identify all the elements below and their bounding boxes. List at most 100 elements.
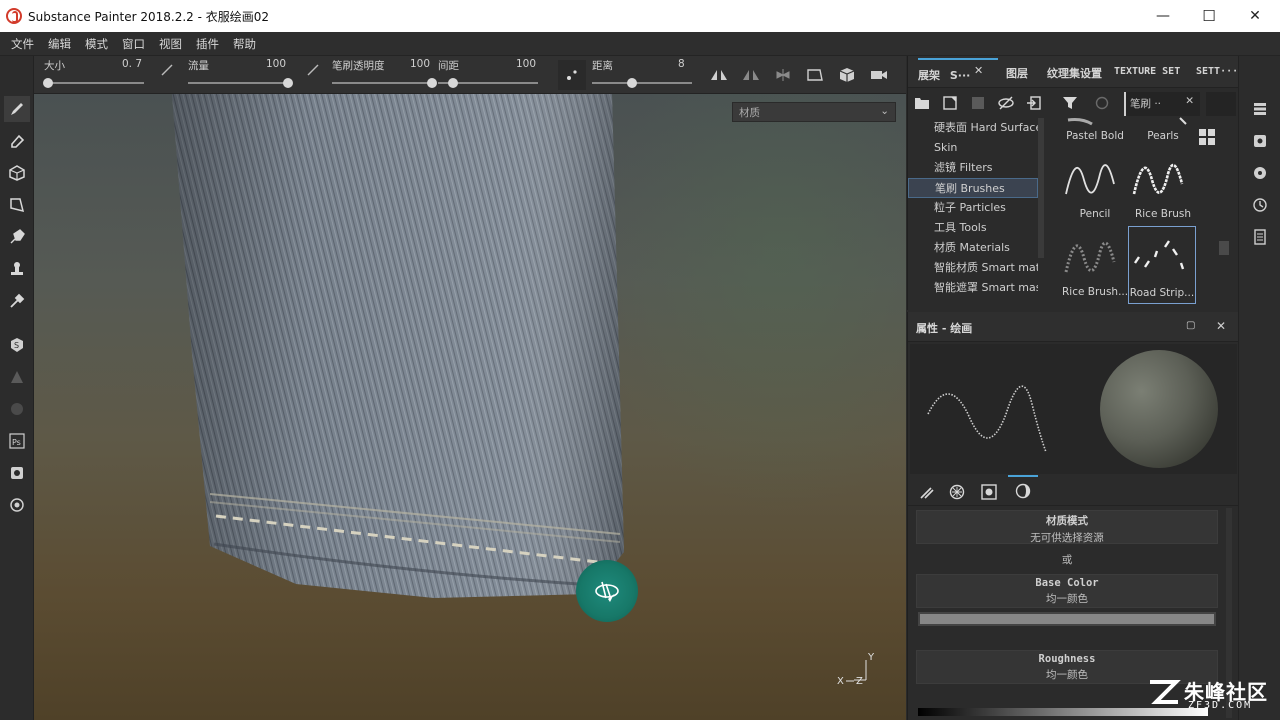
import-icon[interactable] xyxy=(1024,93,1044,113)
size-pressure-pen-icon[interactable] xyxy=(156,60,178,80)
refresh-icon[interactable] xyxy=(1092,93,1112,113)
opacity-slider-track[interactable] xyxy=(332,82,432,84)
symmetry-z-icon[interactable] xyxy=(772,65,794,85)
tab-texture-set[interactable]: TEXTURE SET xyxy=(1114,66,1180,77)
tab-shelf[interactable]: 展架 S··· xyxy=(918,58,998,83)
save-shelf-icon[interactable] xyxy=(968,93,988,113)
menu-edit[interactable]: 编辑 xyxy=(41,36,78,52)
display-mode-cube-icon[interactable] xyxy=(836,65,858,85)
menu-plugins[interactable]: 插件 xyxy=(189,36,226,52)
tab-layers[interactable]: 图层 xyxy=(1006,65,1028,81)
iray-icon[interactable] xyxy=(4,492,30,518)
menu-mode[interactable]: 模式 xyxy=(78,36,115,52)
stencil-tab-icon[interactable] xyxy=(978,481,1000,503)
size-slider-track[interactable] xyxy=(44,82,144,84)
smudge-tool-icon[interactable] xyxy=(4,224,30,250)
flow-slider-knob[interactable] xyxy=(283,78,293,88)
tab-settings-more[interactable]: SETT··· xyxy=(1196,66,1238,77)
brush-thumbnail[interactable]: Pencil xyxy=(1062,154,1128,232)
category-item[interactable]: 粒子 Particles xyxy=(908,198,1038,218)
brush-thumbnail[interactable]: Rice Brush... xyxy=(1062,232,1128,310)
shelf-filter-input[interactable]: 笔刷 ·· ✕ xyxy=(1124,92,1200,116)
float-panel-icon[interactable]: ▢ xyxy=(1186,320,1195,331)
category-scrollbar[interactable] xyxy=(1038,118,1044,258)
clone-stamp-tool-icon[interactable] xyxy=(4,256,30,282)
symmetry-y-icon[interactable] xyxy=(740,65,762,85)
menu-file[interactable]: 文件 xyxy=(4,36,41,52)
flow-slider-track[interactable] xyxy=(188,82,288,84)
alpha-tab-icon[interactable] xyxy=(946,481,968,503)
spacing-value[interactable]: 100 xyxy=(516,58,536,70)
history-clock-icon[interactable] xyxy=(1247,192,1273,218)
close-button[interactable]: ✕ xyxy=(1232,0,1278,32)
rice-brush-alt-stroke-icon xyxy=(1064,241,1116,273)
texture-set-settings-icon[interactable] xyxy=(1247,128,1273,154)
flow-value[interactable]: 100 xyxy=(266,58,286,70)
sketchfab-icon[interactable] xyxy=(4,460,30,486)
display-settings-icon[interactable] xyxy=(1247,160,1273,186)
size-slider-knob[interactable] xyxy=(43,78,53,88)
shelf-panel: 展架 S··· ✕ 图层 纹理集设置 TEXTURE SET SETT··· 笔… xyxy=(907,56,1239,310)
tab-texture-set-settings[interactable]: 纹理集设置 xyxy=(1047,65,1102,81)
projection-tool-icon[interactable] xyxy=(4,160,30,186)
material-mode-block[interactable]: 材质模式 无可供选择资源 xyxy=(916,510,1218,544)
substance-source-icon[interactable]: S xyxy=(4,332,30,358)
menu-view[interactable]: 视图 xyxy=(152,36,189,52)
category-item[interactable]: 智能遮罩 Smart mas xyxy=(908,278,1038,298)
opacity-pressure-pen-icon[interactable] xyxy=(302,60,324,80)
viewport-mode-dropdown[interactable]: 材质 ⌄ xyxy=(732,102,896,122)
thumbnail-scrollbar[interactable] xyxy=(1219,241,1229,255)
brush-settings-tab-icon[interactable] xyxy=(916,481,938,503)
log-document-icon[interactable] xyxy=(1247,224,1273,250)
polygon-fill-tool-icon[interactable] xyxy=(4,192,30,218)
color-picker-tool-icon[interactable] xyxy=(4,288,30,314)
base-color-block[interactable]: Base Color 均一颜色 xyxy=(916,574,1218,608)
photoshop-icon[interactable]: Ps xyxy=(4,428,30,454)
pencil-stroke-icon xyxy=(1065,164,1115,195)
category-item[interactable]: Skin xyxy=(908,138,1038,158)
grid-view-icon[interactable] xyxy=(1198,128,1216,146)
category-item[interactable]: 工具 Tools xyxy=(908,218,1038,238)
substance-alt-icon[interactable] xyxy=(4,396,30,422)
filter-icon[interactable] xyxy=(1060,93,1080,113)
menu-help[interactable]: 帮助 xyxy=(226,36,263,52)
brush-thumbnail[interactable]: Rice Brush xyxy=(1130,154,1196,232)
base-color-title: Base Color xyxy=(1035,577,1099,589)
distance-slider-knob[interactable] xyxy=(627,78,637,88)
size-value[interactable]: 0. 7 xyxy=(122,58,142,70)
spacing-slider-knob[interactable] xyxy=(448,78,458,88)
bake-icon[interactable] xyxy=(4,364,30,390)
menu-window[interactable]: 窗口 xyxy=(115,36,152,52)
search-field-icon[interactable] xyxy=(1206,92,1236,116)
clear-filter-close-icon[interactable]: ✕ xyxy=(1185,95,1194,107)
category-item-selected[interactable]: 笔刷 Brushes xyxy=(908,178,1038,198)
video-camera-icon[interactable] xyxy=(868,65,890,85)
properties-close-icon[interactable]: ✕ xyxy=(1216,319,1226,333)
new-shelf-icon[interactable] xyxy=(940,93,960,113)
3d-viewport[interactable]: 材质 ⌄ Y X Z xyxy=(34,94,906,720)
brush-thumbnail-selected[interactable]: Road Strip... xyxy=(1128,226,1196,304)
category-item[interactable]: 材质 Materials xyxy=(908,238,1038,258)
folder-icon[interactable] xyxy=(912,93,932,113)
brush-thumbnail-label: Rice Brush xyxy=(1134,208,1192,220)
eraser-tool-icon[interactable] xyxy=(4,128,30,154)
maximize-button[interactable]: ☐ xyxy=(1186,0,1232,32)
paint-brush-tool-icon[interactable] xyxy=(4,96,30,122)
category-item[interactable]: 智能材质 Smart mate xyxy=(908,258,1038,278)
distance-slider-track[interactable] xyxy=(592,82,692,84)
material-tab-icon[interactable] xyxy=(1008,475,1038,505)
layers-stack-icon[interactable] xyxy=(1247,96,1273,122)
opacity-label: 笔刷透明度 xyxy=(332,60,385,72)
camera-view-icon[interactable] xyxy=(804,65,826,85)
hide-icon[interactable] xyxy=(996,93,1016,113)
properties-title: 属性 - 绘画 xyxy=(916,322,973,335)
distance-value[interactable]: 8 xyxy=(678,58,685,70)
category-item[interactable]: 硬表面 Hard Surface xyxy=(908,118,1038,138)
symmetry-x-icon[interactable] xyxy=(708,65,730,85)
properties-panel: 属性 - 绘画 ▢ ✕ 材质模式 无可供选择资源 或 Base Color 均一… xyxy=(907,312,1239,720)
category-item[interactable]: 滤镜 Filters xyxy=(908,158,1038,178)
shelf-tab-row: 展架 S··· ✕ 图层 纹理集设置 TEXTURE SET SETT··· xyxy=(908,56,1239,88)
base-color-swatch[interactable] xyxy=(918,612,1216,626)
shelf-tab-close-icon[interactable]: ✕ xyxy=(974,64,983,77)
minimize-button[interactable]: — xyxy=(1140,0,1186,32)
